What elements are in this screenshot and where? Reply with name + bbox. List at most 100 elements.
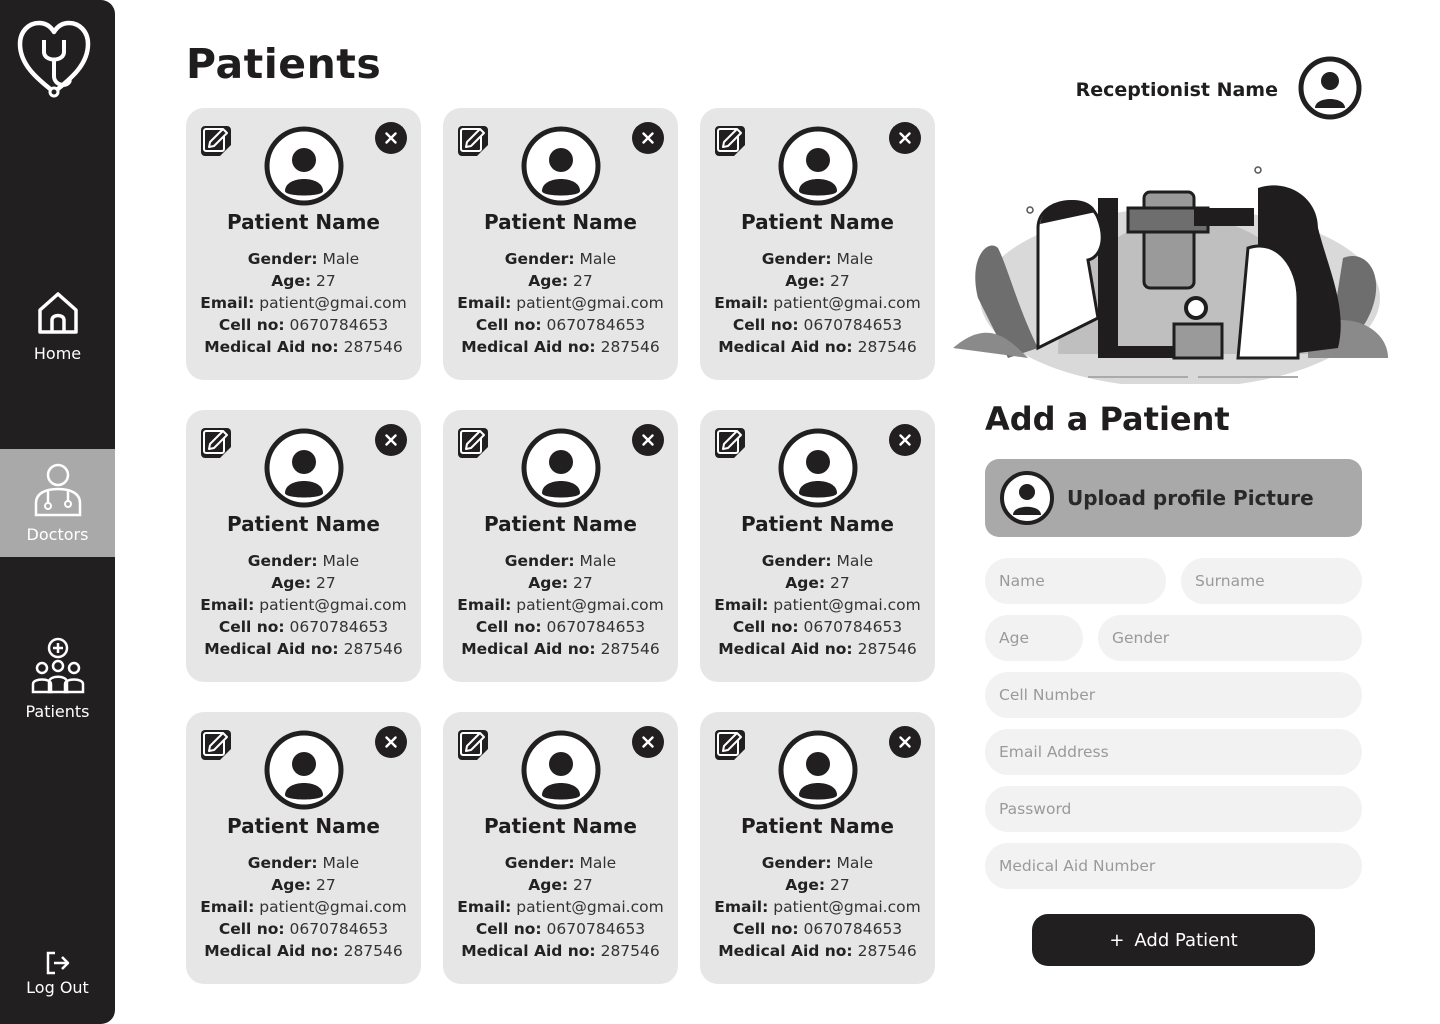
- cell-label: Cell no:: [218, 920, 285, 938]
- cell-label: Cell no:: [732, 618, 799, 636]
- medical-aid-row: Medical Aid no: 287546: [443, 940, 678, 962]
- add-patient-button[interactable]: + Add Patient: [1032, 914, 1315, 966]
- patient-card[interactable]: Patient Name Gender: Male Age: 27 Email: pa…: [443, 108, 678, 380]
- cell-value: 0670784653: [803, 920, 903, 938]
- cell-row: Cell no: 0670784653: [443, 314, 678, 336]
- gender-row: Gender: Male: [700, 550, 935, 572]
- patient-card[interactable]: Patient Name Gender: Male Age: 27 Email: pa…: [443, 410, 678, 682]
- cell-row: Cell no: 0670784653: [443, 918, 678, 940]
- medical-aid-label: Medical Aid no:: [204, 338, 339, 356]
- home-icon: [37, 292, 78, 334]
- patient-card[interactable]: Patient Name Gender: Male Age: 27 Email: pa…: [186, 712, 421, 984]
- sidebar-item-patients[interactable]: Patients: [0, 636, 115, 736]
- delete-patient-button[interactable]: [632, 424, 664, 456]
- age-row: Age: 27: [700, 572, 935, 594]
- gender-row: Gender: Male: [443, 852, 678, 874]
- sidebar-item-home[interactable]: Home: [0, 290, 115, 390]
- patient-card[interactable]: Patient Name Gender: Male Age: 27 Email: pa…: [700, 712, 935, 984]
- medical-aid-value: 287546: [600, 942, 660, 960]
- medical-aid-label: Medical Aid no:: [718, 942, 853, 960]
- cell-value: 0670784653: [546, 316, 646, 334]
- patient-card[interactable]: Patient Name Gender: Male Age: 27 Email: pa…: [700, 410, 935, 682]
- delete-patient-button[interactable]: [889, 122, 921, 154]
- cell-label: Cell no:: [475, 618, 542, 636]
- gender-input[interactable]: [1098, 615, 1362, 661]
- gender-label: Gender:: [504, 552, 575, 570]
- patient-card[interactable]: Patient Name Gender: Male Age: 27 Email: pa…: [186, 410, 421, 682]
- edit-icon[interactable]: [714, 125, 746, 157]
- edit-icon[interactable]: [457, 427, 489, 459]
- gender-label: Gender:: [761, 250, 832, 268]
- delete-patient-button[interactable]: [375, 424, 407, 456]
- patient-name: Patient Name: [484, 210, 637, 234]
- patient-card[interactable]: Patient Name Gender: Male Age: 27 Email: pa…: [186, 108, 421, 380]
- receptionist-avatar-icon[interactable]: [1298, 56, 1362, 120]
- delete-patient-button[interactable]: [375, 726, 407, 758]
- plus-icon: +: [1109, 929, 1125, 951]
- age-value: 27: [830, 876, 850, 894]
- patient-name: Patient Name: [227, 210, 380, 234]
- age-row: Age: 27: [443, 572, 678, 594]
- edit-icon[interactable]: [457, 729, 489, 761]
- patient-details: Gender: Male Age: 27 Email: patient@gmai.c…: [186, 852, 421, 962]
- avatar-icon: [1000, 471, 1054, 525]
- email-label: Email:: [714, 596, 769, 614]
- delete-patient-button[interactable]: [632, 122, 664, 154]
- cell-row: Cell no: 0670784653: [700, 918, 935, 940]
- medical-aid-input[interactable]: [985, 843, 1362, 889]
- avatar-icon: [264, 730, 344, 810]
- medical-aid-row: Medical Aid no: 287546: [186, 336, 421, 358]
- upload-profile-picture-button[interactable]: Upload profile Picture: [985, 459, 1362, 537]
- delete-patient-button[interactable]: [632, 726, 664, 758]
- age-value: 27: [316, 574, 336, 592]
- surname-input[interactable]: [1181, 558, 1362, 604]
- cell-number-input[interactable]: [985, 672, 1362, 718]
- avatar-icon: [778, 428, 858, 508]
- gender-label: Gender:: [761, 854, 832, 872]
- age-label: Age:: [271, 272, 312, 290]
- email-row: Email: patient@gmai.com: [443, 896, 678, 918]
- cell-value: 0670784653: [546, 920, 646, 938]
- avatar-icon: [521, 126, 601, 206]
- gender-value: Male: [579, 552, 617, 570]
- close-icon: [642, 434, 654, 446]
- patient-name: Patient Name: [741, 814, 894, 838]
- delete-patient-button[interactable]: [375, 122, 407, 154]
- sidebar-item-label: Patients: [25, 702, 90, 721]
- avatar-icon: [521, 730, 601, 810]
- gender-value: Male: [579, 854, 617, 872]
- age-input[interactable]: [985, 615, 1083, 661]
- edit-icon[interactable]: [714, 427, 746, 459]
- patient-details: Gender: Male Age: 27 Email: patient@gmai.c…: [186, 248, 421, 358]
- cell-row: Cell no: 0670784653: [186, 314, 421, 336]
- delete-patient-button[interactable]: [889, 726, 921, 758]
- edit-icon[interactable]: [714, 729, 746, 761]
- patient-details: Gender: Male Age: 27 Email: patient@gmai.c…: [443, 248, 678, 358]
- gender-value: Male: [322, 552, 360, 570]
- cell-value: 0670784653: [289, 316, 389, 334]
- gender-row: Gender: Male: [700, 248, 935, 270]
- email-label: Email:: [200, 294, 255, 312]
- patient-card[interactable]: Patient Name Gender: Male Age: 27 Email: pa…: [700, 108, 935, 380]
- email-value: patient@gmai.com: [516, 898, 664, 916]
- cell-row: Cell no: 0670784653: [443, 616, 678, 638]
- name-input[interactable]: [985, 558, 1166, 604]
- edit-icon[interactable]: [200, 427, 232, 459]
- delete-patient-button[interactable]: [889, 424, 921, 456]
- age-row: Age: 27: [700, 874, 935, 896]
- edit-icon[interactable]: [200, 729, 232, 761]
- cell-value: 0670784653: [803, 618, 903, 636]
- age-row: Age: 27: [443, 874, 678, 896]
- email-input[interactable]: [985, 729, 1362, 775]
- sidebar-item-doctors[interactable]: Doctors: [0, 449, 115, 557]
- edit-icon[interactable]: [457, 125, 489, 157]
- email-value: patient@gmai.com: [259, 596, 407, 614]
- edit-icon[interactable]: [200, 125, 232, 157]
- avatar-icon: [521, 428, 601, 508]
- close-icon: [385, 434, 397, 446]
- patient-card[interactable]: Patient Name Gender: Male Age: 27 Email: pa…: [443, 712, 678, 984]
- password-input[interactable]: [985, 786, 1362, 832]
- email-value: patient@gmai.com: [516, 596, 664, 614]
- gender-row: Gender: Male: [700, 852, 935, 874]
- logout-button[interactable]: Log Out: [0, 950, 115, 1010]
